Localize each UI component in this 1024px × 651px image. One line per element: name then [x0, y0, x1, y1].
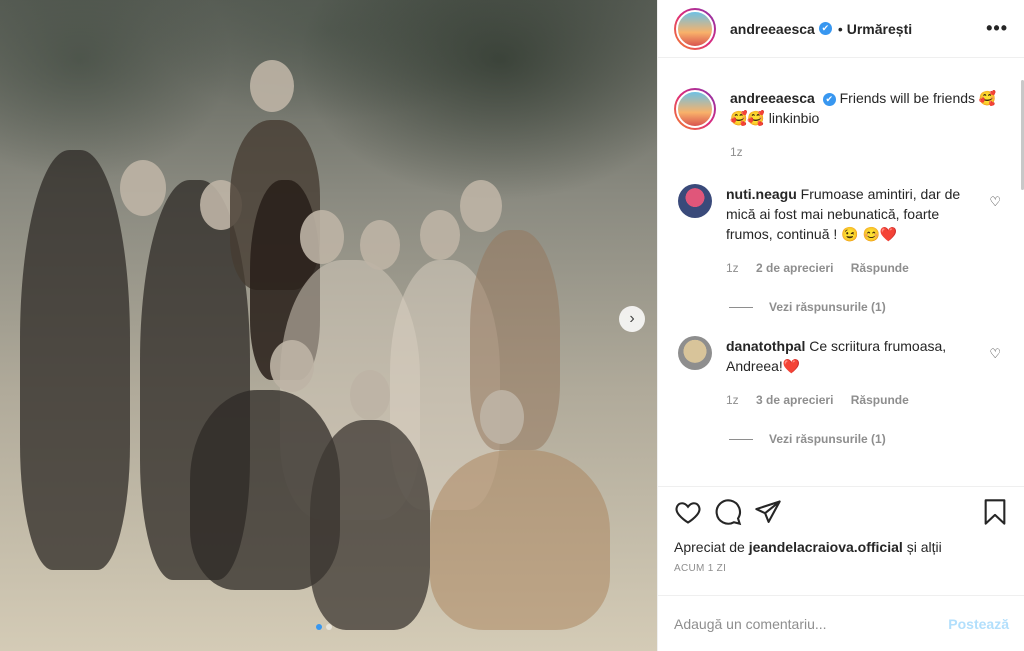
chevron-right-icon: › [629, 310, 635, 327]
carousel-dot [316, 624, 322, 630]
follow-status-button[interactable]: Urmărești [847, 21, 912, 37]
caption-avatar[interactable] [674, 88, 716, 130]
likes-summary: Apreciat de jeandelacraiova.official și … [674, 539, 1009, 555]
next-image-button[interactable]: › [619, 306, 645, 332]
view-replies-button[interactable]: Vezi răspunsurile (1) [729, 432, 1009, 446]
group-photo-figures [20, 60, 640, 640]
comment-item: danatothpal Ce scriitura frumoasa, Andre… [674, 336, 1009, 410]
reply-button[interactable]: Răspunde [851, 393, 909, 407]
author-avatar[interactable] [674, 7, 716, 50]
view-replies-label: Vezi răspunsurile (1) [769, 432, 886, 446]
verified-badge-icon: ✔ [822, 92, 836, 106]
author-username[interactable]: andreeaesca [730, 21, 815, 37]
comment-input[interactable] [674, 615, 949, 632]
post-header: andreeaesca ✔ • Urmărești ••• [658, 0, 1024, 58]
comment-time[interactable]: 1z [726, 393, 739, 407]
caption-time[interactable]: 1z [730, 145, 743, 159]
comments-section[interactable]: andreeaesca ✔ Friends will be friends 🥰🥰… [658, 68, 1024, 486]
commenter-avatar[interactable] [678, 184, 712, 218]
like-comment-heart-icon[interactable]: ♡ [989, 194, 1001, 210]
commenter-avatar[interactable] [678, 336, 712, 370]
post-comment-button[interactable]: Postează [948, 616, 1009, 632]
post-photo[interactable]: › [0, 0, 657, 651]
share-icon[interactable] [754, 498, 782, 526]
liked-by-user[interactable]: jeandelacraiova.official [749, 539, 903, 555]
commenter-username[interactable]: nuti.neagu [726, 186, 797, 202]
add-comment-bar: Postează [658, 595, 1024, 651]
verified-badge-icon: ✔ [818, 22, 832, 35]
comment-likes[interactable]: 2 de aprecieri [756, 261, 833, 275]
more-options-icon[interactable]: ••• [986, 18, 1008, 39]
liked-prefix: Apreciat de [674, 539, 745, 555]
liked-suffix[interactable]: și alții [907, 539, 942, 555]
post-side-panel: andreeaesca ✔ • Urmărești ••• andreeaesc… [657, 0, 1024, 651]
comment-time[interactable]: 1z [726, 261, 739, 275]
view-replies-button[interactable]: Vezi răspunsurile (1) [729, 300, 1009, 314]
post-actions: Apreciat de jeandelacraiova.official și … [658, 486, 1024, 574]
bookmark-icon[interactable] [981, 498, 1009, 526]
heart-icon[interactable] [674, 498, 702, 526]
carousel-dots [316, 624, 332, 630]
view-replies-label: Vezi răspunsurile (1) [769, 300, 886, 314]
carousel-dot [326, 624, 332, 630]
separator: • [837, 20, 843, 37]
caption-username[interactable]: andreeaesca [730, 90, 815, 106]
post-timestamp[interactable]: ACUM 1 ZI [674, 563, 1009, 574]
comment-likes[interactable]: 3 de aprecieri [756, 393, 833, 407]
comment-item: nuti.neagu Frumoase amintiri, dar de mic… [674, 184, 1009, 278]
commenter-username[interactable]: danatothpal [726, 338, 805, 354]
comment-icon[interactable] [714, 498, 742, 526]
reply-button[interactable]: Răspunde [851, 261, 909, 275]
like-comment-heart-icon[interactable]: ♡ [989, 346, 1001, 362]
post-caption: andreeaesca ✔ Friends will be friends 🥰🥰… [674, 68, 1009, 162]
